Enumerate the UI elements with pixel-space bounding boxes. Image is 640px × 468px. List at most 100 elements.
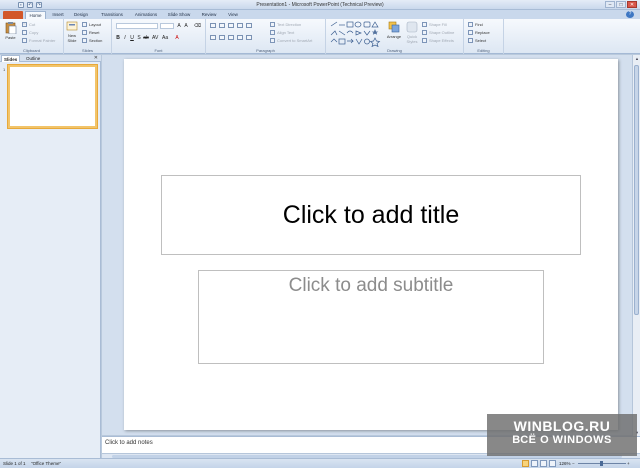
scroll-thumb[interactable]	[634, 65, 639, 315]
shape-effects-button[interactable]: Shape Effects	[422, 37, 454, 43]
tab-design[interactable]: Design	[70, 11, 92, 19]
copy-icon	[22, 29, 27, 35]
slide-canvas[interactable]: Click to add title Click to add subtitle	[124, 59, 618, 430]
ribbon-tabs: Home Insert Design Transitions Animation…	[0, 10, 640, 19]
columns-icon[interactable]	[246, 35, 252, 40]
tab-home[interactable]: Home	[25, 11, 46, 19]
font-name-combo[interactable]	[116, 23, 158, 29]
section-icon	[82, 37, 87, 43]
paragraph-group-label: Paragraph	[256, 48, 275, 53]
slide-counter: Slide 1 of 1	[3, 461, 26, 466]
tab-insert[interactable]: Insert	[48, 11, 68, 19]
paste-icon	[5, 22, 16, 34]
align-center-icon[interactable]	[219, 35, 225, 40]
shadow-icon[interactable]: S	[136, 35, 142, 41]
select-button[interactable]: Select	[468, 37, 486, 43]
help-icon[interactable]: ?	[626, 11, 634, 18]
section-button[interactable]: Section	[82, 37, 102, 43]
window-title: Presentation1 - Microsoft PowerPoint (Te…	[256, 2, 384, 8]
italic-icon[interactable]: I	[122, 35, 128, 41]
scroll-up-icon[interactable]: ▲	[633, 55, 640, 62]
zoom-level[interactable]: 126%	[559, 459, 571, 468]
tab-outline[interactable]: Outline	[24, 55, 42, 62]
cut-button[interactable]: ✂ Cut	[22, 21, 35, 27]
normal-view-icon[interactable]	[522, 460, 529, 467]
arrange-button[interactable]: Arrange	[386, 21, 402, 39]
font-group-label: Font	[154, 48, 163, 53]
zoom-slider-thumb[interactable]	[600, 461, 603, 466]
pen-icon	[422, 29, 427, 35]
strikethrough-icon[interactable]: ab	[143, 35, 149, 41]
slides-pane-tabs: Slides Outline ✕	[0, 55, 101, 62]
zoom-out-button[interactable]: −	[572, 459, 575, 468]
align-right-icon[interactable]	[228, 35, 234, 40]
convert-smartart-button[interactable]: Convert to SmartArt	[270, 37, 312, 43]
shrink-font-icon[interactable]: A	[183, 23, 189, 29]
tab-slide-show[interactable]: Slide Show	[164, 11, 194, 19]
editing-group-label: Editing	[477, 48, 490, 53]
tab-transitions[interactable]: Transitions	[96, 11, 128, 19]
underline-icon[interactable]: U	[129, 35, 135, 41]
replace-button[interactable]: Replace	[468, 29, 490, 35]
align-text-icon	[270, 29, 275, 35]
tab-review[interactable]: Review	[198, 11, 220, 19]
title-bar: ▪ ↶ ↷ Presentation1 - Microsoft PowerPoi…	[0, 0, 640, 10]
window-controls: – □ ✕	[605, 1, 637, 8]
file-tab[interactable]	[3, 11, 23, 19]
binoculars-icon	[468, 21, 473, 27]
grow-font-icon[interactable]: A	[176, 23, 182, 29]
text-direction-button[interactable]: Text Direction	[270, 21, 301, 27]
font-color-icon[interactable]: A	[174, 35, 180, 41]
shape-fill-button[interactable]: Shape Fill	[422, 21, 447, 27]
vertical-scrollbar[interactable]: ▲ ▼	[632, 55, 640, 436]
quick-styles-button[interactable]: Quick Styles	[404, 21, 420, 44]
bullets-icon[interactable]	[210, 23, 216, 28]
align-left-icon[interactable]	[210, 35, 216, 40]
font-size-combo[interactable]	[160, 23, 174, 29]
paragraph-group: Text Direction Align Text Convert to Sma…	[206, 19, 326, 54]
maximize-button[interactable]: □	[616, 1, 626, 8]
clear-formatting-icon[interactable]: ⌫	[194, 23, 201, 29]
smartart-icon	[270, 37, 275, 43]
drawing-group: Arrange Quick Styles Shape Fill Shape Ou…	[326, 19, 464, 54]
find-button[interactable]: Find	[468, 21, 483, 27]
paste-button[interactable]: Paste	[3, 21, 18, 40]
shape-outline-button[interactable]: Shape Outline	[422, 29, 454, 35]
copy-button[interactable]: Copy	[22, 29, 38, 35]
arrange-icon	[388, 21, 400, 33]
theme-name[interactable]: "Office Theme"	[31, 459, 61, 468]
notes-placeholder[interactable]: Click to add notes	[105, 440, 153, 446]
align-text-button[interactable]: Align Text	[270, 29, 294, 35]
new-slide-button[interactable]: New Slide	[65, 21, 79, 43]
increase-indent-icon[interactable]	[237, 23, 243, 28]
tab-view[interactable]: View	[224, 11, 242, 19]
reset-icon	[82, 29, 87, 35]
layout-button[interactable]: Layout	[82, 21, 101, 27]
paint-bucket-icon	[422, 21, 427, 27]
justify-icon[interactable]	[237, 35, 243, 40]
character-spacing-icon[interactable]: AV	[152, 35, 158, 41]
reset-button[interactable]: Reset	[82, 29, 99, 35]
change-case-icon[interactable]: Aa	[162, 35, 168, 41]
minimize-button[interactable]: –	[605, 1, 615, 8]
slideshow-view-icon[interactable]	[549, 460, 556, 467]
zoom-in-button[interactable]: +	[627, 459, 630, 468]
font-group: A A ⌫ B I U S ab AV Aa A Font	[112, 19, 206, 54]
editing-group: Find Replace Select Editing	[464, 19, 504, 54]
close-pane-icon[interactable]: ✕	[94, 55, 98, 62]
format-painter-button[interactable]: Format Painter	[22, 37, 55, 43]
bold-icon[interactable]: B	[115, 35, 121, 41]
reading-view-icon[interactable]	[540, 460, 547, 467]
shapes-gallery[interactable]	[330, 21, 384, 47]
subtitle-placeholder[interactable]: Click to add subtitle	[198, 270, 544, 364]
slide-sorter-icon[interactable]	[531, 460, 538, 467]
title-placeholder[interactable]: Click to add title	[161, 175, 581, 255]
close-button[interactable]: ✕	[627, 1, 637, 8]
slide-thumbnail[interactable]	[8, 65, 97, 128]
line-spacing-icon[interactable]	[246, 23, 252, 28]
tab-slides[interactable]: Slides	[1, 55, 21, 62]
numbering-icon[interactable]	[219, 23, 225, 28]
replace-icon	[468, 29, 473, 35]
tab-animations[interactable]: Animations	[130, 11, 162, 19]
decrease-indent-icon[interactable]	[228, 23, 234, 28]
